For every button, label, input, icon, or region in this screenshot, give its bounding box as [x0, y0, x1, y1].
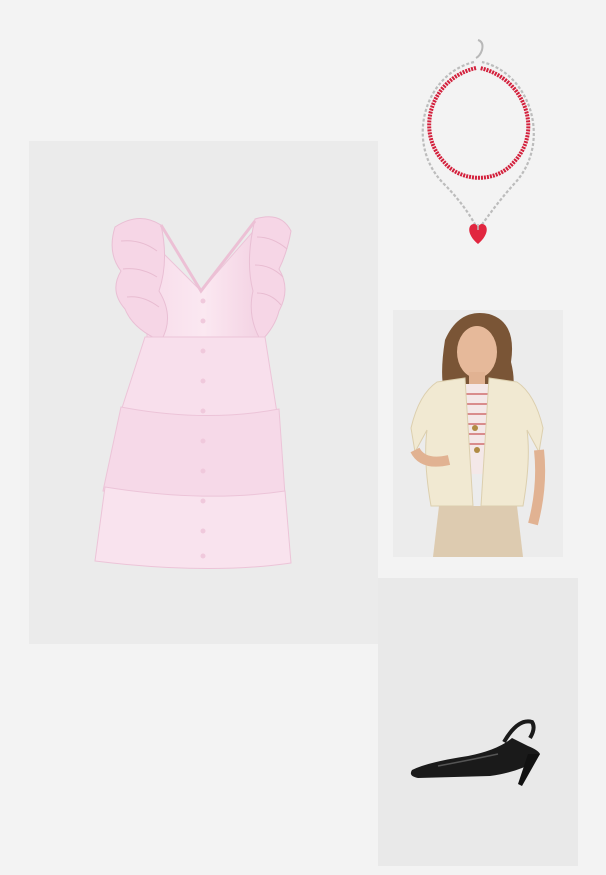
product-image-dress[interactable]: [29, 141, 378, 644]
product-image-shoe[interactable]: [378, 578, 578, 866]
ruffled-pink-dress-image: [94, 216, 292, 570]
model-cream-jacket-image: [410, 313, 546, 557]
product-image-necklace[interactable]: [404, 34, 552, 252]
layered-necklace-image: [421, 39, 535, 244]
black-slingback-pump-image: [410, 719, 540, 786]
product-image-jacket[interactable]: [393, 310, 563, 557]
